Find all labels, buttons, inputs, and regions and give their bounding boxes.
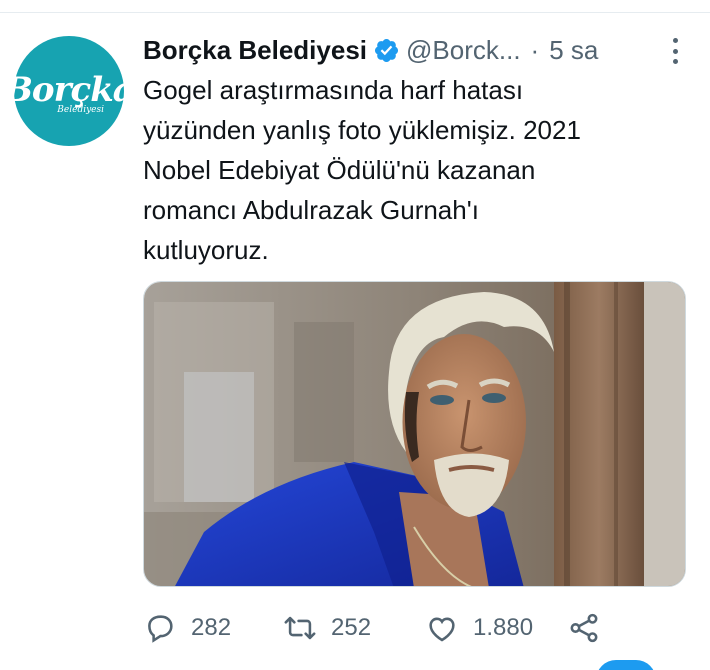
tweet-text-line: yüzünden yanlış foto yüklemişiz. 2021	[143, 115, 581, 145]
like-count: 1.880	[473, 614, 534, 641]
retweet-icon	[284, 616, 316, 640]
tweet-text-line: Gogel araştırmasında harf hatası	[143, 75, 524, 105]
share-button[interactable]	[567, 608, 601, 648]
tweet-photo[interactable]	[143, 281, 686, 587]
tweet-timestamp[interactable]: 5 sa	[549, 35, 598, 66]
author-display-name[interactable]: Borçka Belediyesi	[143, 35, 367, 66]
separator-dot: ·	[530, 34, 540, 65]
retweet-button[interactable]: 252	[283, 608, 371, 648]
like-button[interactable]: 1.880	[425, 608, 533, 648]
avatar[interactable]: Borçka Belediyesi	[4, 36, 135, 146]
retweet-count: 252	[331, 614, 372, 641]
author-handle[interactable]: @Borck...	[406, 35, 521, 66]
tweet-text-line: romancı Abdulrazak Gurnah'ı	[143, 195, 479, 225]
share-icon	[570, 613, 598, 643]
like-icon	[429, 617, 455, 642]
tweet-text-line: kutluyoruz.	[143, 235, 269, 265]
photo-illustration	[144, 282, 685, 586]
reply-icon	[148, 615, 173, 643]
tweet[interactable]: Borçka Belediyesi Borçka Belediyesi @Bor…	[0, 0, 710, 670]
more-icon[interactable]	[671, 38, 679, 64]
reply-button[interactable]: 282	[143, 608, 231, 648]
avatar-logo-text: Borçka	[4, 70, 135, 110]
reply-count: 282	[191, 614, 232, 641]
tweet-actions: 282 252 1.880	[143, 608, 613, 648]
tweet-header: Borçka Belediyesi @Borck... · 5 sa	[143, 30, 683, 70]
tweet-text: Gogel araştırmasında harf hatası yüzünde…	[143, 70, 688, 270]
avatar-logo-subtext: Belediyesi	[57, 105, 104, 115]
verified-badge-icon	[373, 37, 400, 64]
tweet-text-line: Nobel Edebiyat Ödülü'nü kazanan	[143, 155, 536, 185]
compose-button-edge[interactable]	[596, 660, 656, 670]
